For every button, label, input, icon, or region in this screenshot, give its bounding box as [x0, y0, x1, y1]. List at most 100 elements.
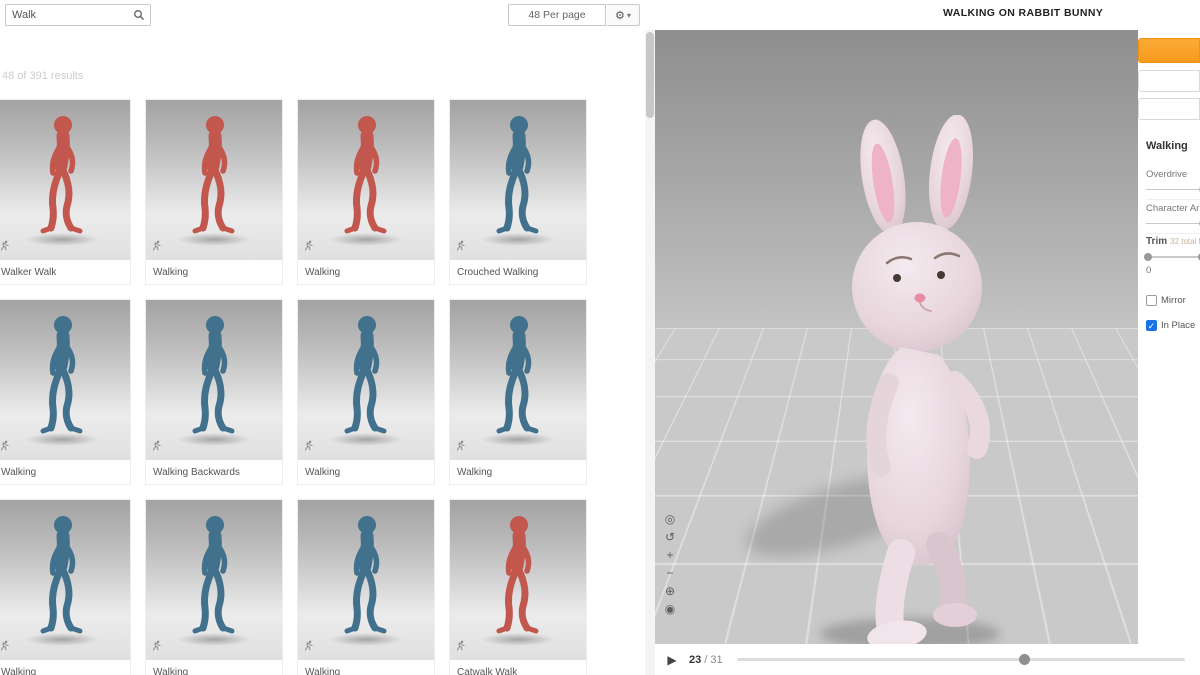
animation-thumbnail	[298, 100, 434, 260]
checkbox[interactable]	[1146, 295, 1157, 306]
focus-icon[interactable]: ⊕	[663, 584, 677, 598]
zoom-in-icon[interactable]: +	[663, 548, 677, 562]
animation-card[interactable]: Walking	[0, 500, 130, 675]
library-topbar: 48 Per page ⚙ ▾	[0, 0, 655, 30]
viewport-3d[interactable]: ◎ ↺ + − ⊕ ◉	[655, 30, 1138, 644]
checkbox-row[interactable]: ✓ In Place	[1146, 313, 1200, 338]
frame-counter: 23 / 31	[689, 653, 723, 666]
animation-thumbnail	[298, 500, 434, 660]
results-count: 48 of 391 results	[2, 70, 84, 82]
mannequin-figure	[496, 116, 539, 234]
param-slider[interactable]	[1146, 189, 1200, 190]
motion-type-run-icon	[455, 638, 466, 656]
animation-thumbnail	[0, 500, 130, 660]
animation-thumbnail	[450, 300, 586, 460]
animation-card-label: Walking	[146, 660, 282, 675]
search-input[interactable]	[6, 9, 128, 21]
param-label: Overdrive	[1146, 169, 1188, 180]
motion-type-run-icon	[0, 238, 10, 256]
motion-type-run-icon	[303, 638, 314, 656]
playbar: ▶ 23 / 31	[655, 644, 1200, 675]
camera-icon[interactable]: ◉	[663, 602, 677, 616]
trim-handle-start[interactable]	[1144, 253, 1152, 261]
per-page-select[interactable]: 48 Per page	[508, 4, 606, 26]
param-row: Overdrive	[1146, 166, 1200, 200]
trim-control: Trim 32 total f 0	[1144, 236, 1200, 276]
animation-card-label: Walking	[146, 260, 282, 284]
animation-thumbnail	[298, 300, 434, 460]
mannequin-figure	[192, 316, 235, 434]
animation-card-label: Walking	[0, 660, 130, 675]
mannequin-figure	[496, 516, 539, 634]
trim-total-note: 32 total f	[1170, 237, 1200, 246]
settings-button[interactable]: ⚙ ▾	[607, 4, 640, 26]
scrollbar-thumb[interactable]	[646, 32, 654, 118]
animation-card[interactable]: Crouched Walking	[450, 100, 586, 284]
checkbox-row[interactable]: Mirror	[1146, 288, 1200, 313]
mannequin-figure	[344, 516, 387, 634]
timeline-handle[interactable]	[1019, 654, 1031, 665]
animation-card-label: Walking Backwards	[146, 460, 282, 484]
mannequin-figure	[496, 316, 539, 434]
animation-card[interactable]: Walking	[298, 500, 434, 675]
animation-card[interactable]: Walker Walk	[0, 100, 130, 284]
animation-card[interactable]: Walking	[298, 100, 434, 284]
settings-sidebar: Walking Overdrive Character Arm Trim32 t…	[1138, 30, 1200, 644]
search-box	[5, 4, 151, 26]
trim-value: 0	[1146, 265, 1152, 276]
reset-view-icon[interactable]: ↺	[663, 530, 677, 544]
animation-thumbnail	[146, 300, 282, 460]
animation-name: Walking	[1146, 140, 1188, 152]
animation-card[interactable]: Walking	[146, 500, 282, 675]
sidebar-action-button-1[interactable]	[1138, 70, 1200, 92]
timeline-slider[interactable]	[736, 644, 1185, 675]
animation-thumbnail	[450, 500, 586, 660]
param-slider[interactable]	[1146, 223, 1200, 224]
animation-card-label: Walking	[0, 460, 130, 484]
download-button[interactable]	[1138, 38, 1200, 63]
preview-title: WALKING ON RABBIT BUNNY	[943, 7, 1104, 19]
checkbox-label: In Place	[1161, 320, 1196, 331]
animation-card-label: Crouched Walking	[450, 260, 586, 284]
timeline-track[interactable]	[736, 658, 1185, 661]
trim-label: Trim 32 total f	[1146, 236, 1200, 247]
motion-type-run-icon	[303, 238, 314, 256]
motion-type-run-icon	[455, 238, 466, 256]
search-icon[interactable]	[128, 9, 150, 21]
animation-card-label: Walking	[298, 260, 434, 284]
animation-card[interactable]: Walking Backwards	[146, 300, 282, 484]
animation-card-label: Walking	[450, 460, 586, 484]
mannequin-figure	[344, 316, 387, 434]
motion-type-run-icon	[0, 638, 10, 656]
mannequin-figure	[40, 516, 83, 634]
animation-card[interactable]: Walking	[146, 100, 282, 284]
viewport-controls: ◎ ↺ + − ⊕ ◉	[663, 512, 677, 616]
rabbit-ears	[860, 115, 974, 235]
play-button[interactable]: ▶	[655, 653, 689, 667]
mannequin-figure	[192, 116, 235, 234]
animation-thumbnail	[0, 300, 130, 460]
animation-card[interactable]: Catwalk Walk	[450, 500, 586, 675]
animation-thumbnail	[146, 100, 282, 260]
animation-card[interactable]: Walking	[450, 300, 586, 484]
mannequin-figure	[40, 116, 83, 234]
mannequin-figure	[344, 116, 387, 234]
sidebar-action-button-2[interactable]	[1138, 98, 1200, 120]
sidebar-checkboxes: Mirror ✓ In Place	[1146, 288, 1200, 338]
scrollbar[interactable]	[645, 30, 655, 675]
checkbox[interactable]: ✓	[1146, 320, 1157, 331]
trim-range-slider[interactable]	[1144, 253, 1200, 261]
orbit-icon[interactable]: ◎	[663, 512, 677, 526]
animation-card[interactable]: Walking	[0, 300, 130, 484]
motion-type-run-icon	[151, 638, 162, 656]
animation-card-label: Walker Walk	[0, 260, 130, 284]
animation-grid: Walker Walk Walking Walking Crouched Wal…	[0, 100, 594, 675]
animation-thumbnail	[0, 100, 130, 260]
mannequin-figure	[40, 316, 83, 434]
zoom-out-icon[interactable]: −	[663, 566, 677, 580]
motion-type-run-icon	[151, 238, 162, 256]
motion-type-run-icon	[151, 438, 162, 456]
animation-card[interactable]: Walking	[298, 300, 434, 484]
animation-thumbnail	[450, 100, 586, 260]
chevron-down-icon: ▾	[626, 10, 631, 20]
